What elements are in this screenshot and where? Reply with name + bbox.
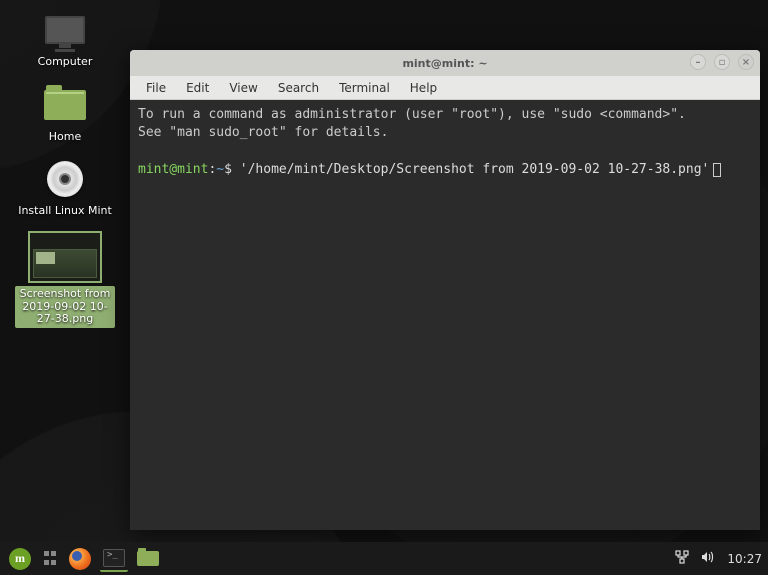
terminal-prompt-dollar: $: [224, 162, 232, 177]
window-title: mint@mint: ~: [402, 57, 487, 70]
desktop-icon-home[interactable]: Home: [15, 83, 115, 144]
folder-icon: [137, 551, 159, 566]
folder-icon: [41, 83, 89, 127]
taskbar: m 10:27: [0, 542, 768, 575]
desktop-icons: Computer Home Install Linux Mint Screens…: [0, 8, 130, 328]
network-tray-icon[interactable]: [675, 550, 689, 567]
terminal-icon: [103, 549, 125, 567]
terminal-prompt-path: ~: [216, 162, 224, 177]
desktop-icon-label: Screenshot from 2019-09-02 10-27-38.png: [15, 286, 115, 328]
window-close-button[interactable]: ×: [738, 54, 754, 70]
menu-terminal[interactable]: Terminal: [331, 78, 398, 98]
window-minimize-button[interactable]: –: [690, 54, 706, 70]
terminal-motd-line: See "man sudo_root" for details.: [138, 125, 388, 140]
maximize-icon: ▫: [719, 57, 726, 68]
volume-tray-icon[interactable]: [701, 550, 715, 567]
window-controls: – ▫ ×: [690, 54, 754, 70]
window-maximize-button[interactable]: ▫: [714, 54, 730, 70]
taskbar-terminal-button[interactable]: [100, 546, 128, 572]
thumbnail-icon: [29, 232, 101, 282]
menu-help[interactable]: Help: [402, 78, 445, 98]
menu-edit[interactable]: Edit: [178, 78, 217, 98]
terminal-cursor: [713, 163, 721, 177]
close-icon: ×: [742, 57, 750, 68]
desktop-icon-label: Install Linux Mint: [18, 205, 112, 218]
taskbar-left: m: [6, 546, 162, 572]
desktop-icon-label: Home: [49, 131, 81, 144]
start-menu-button[interactable]: m: [6, 546, 34, 572]
taskbar-right: 10:27: [675, 550, 762, 567]
computer-icon: [41, 8, 89, 52]
taskbar-firefox-button[interactable]: [66, 546, 94, 572]
desktop-icon-install[interactable]: Install Linux Mint: [15, 157, 115, 218]
show-desktop-button[interactable]: [40, 547, 60, 571]
menu-search[interactable]: Search: [270, 78, 327, 98]
menu-view[interactable]: View: [221, 78, 265, 98]
terminal-body[interactable]: To run a command as administrator (user …: [130, 100, 760, 530]
terminal-window[interactable]: mint@mint: ~ – ▫ × File Edit View Search…: [130, 50, 760, 530]
window-menubar: File Edit View Search Terminal Help: [130, 76, 760, 100]
desktop-icon-label: Computer: [38, 56, 93, 69]
window-titlebar[interactable]: mint@mint: ~ – ▫ ×: [130, 50, 760, 76]
menu-file[interactable]: File: [138, 78, 174, 98]
terminal-prompt-userhost: mint@mint: [138, 162, 208, 177]
terminal-motd-line: To run a command as administrator (user …: [138, 107, 686, 122]
terminal-command: '/home/mint/Desktop/Screenshot from 2019…: [240, 162, 710, 177]
desktop-icon-computer[interactable]: Computer: [15, 8, 115, 69]
desktop-icon-screenshot[interactable]: Screenshot from 2019-09-02 10-27-38.png: [15, 232, 115, 328]
firefox-icon: [69, 548, 91, 570]
mint-logo-icon: m: [9, 548, 31, 570]
taskbar-clock[interactable]: 10:27: [727, 552, 762, 566]
taskbar-files-button[interactable]: [134, 546, 162, 572]
minimize-icon: –: [696, 57, 701, 68]
disc-icon: [41, 157, 89, 201]
